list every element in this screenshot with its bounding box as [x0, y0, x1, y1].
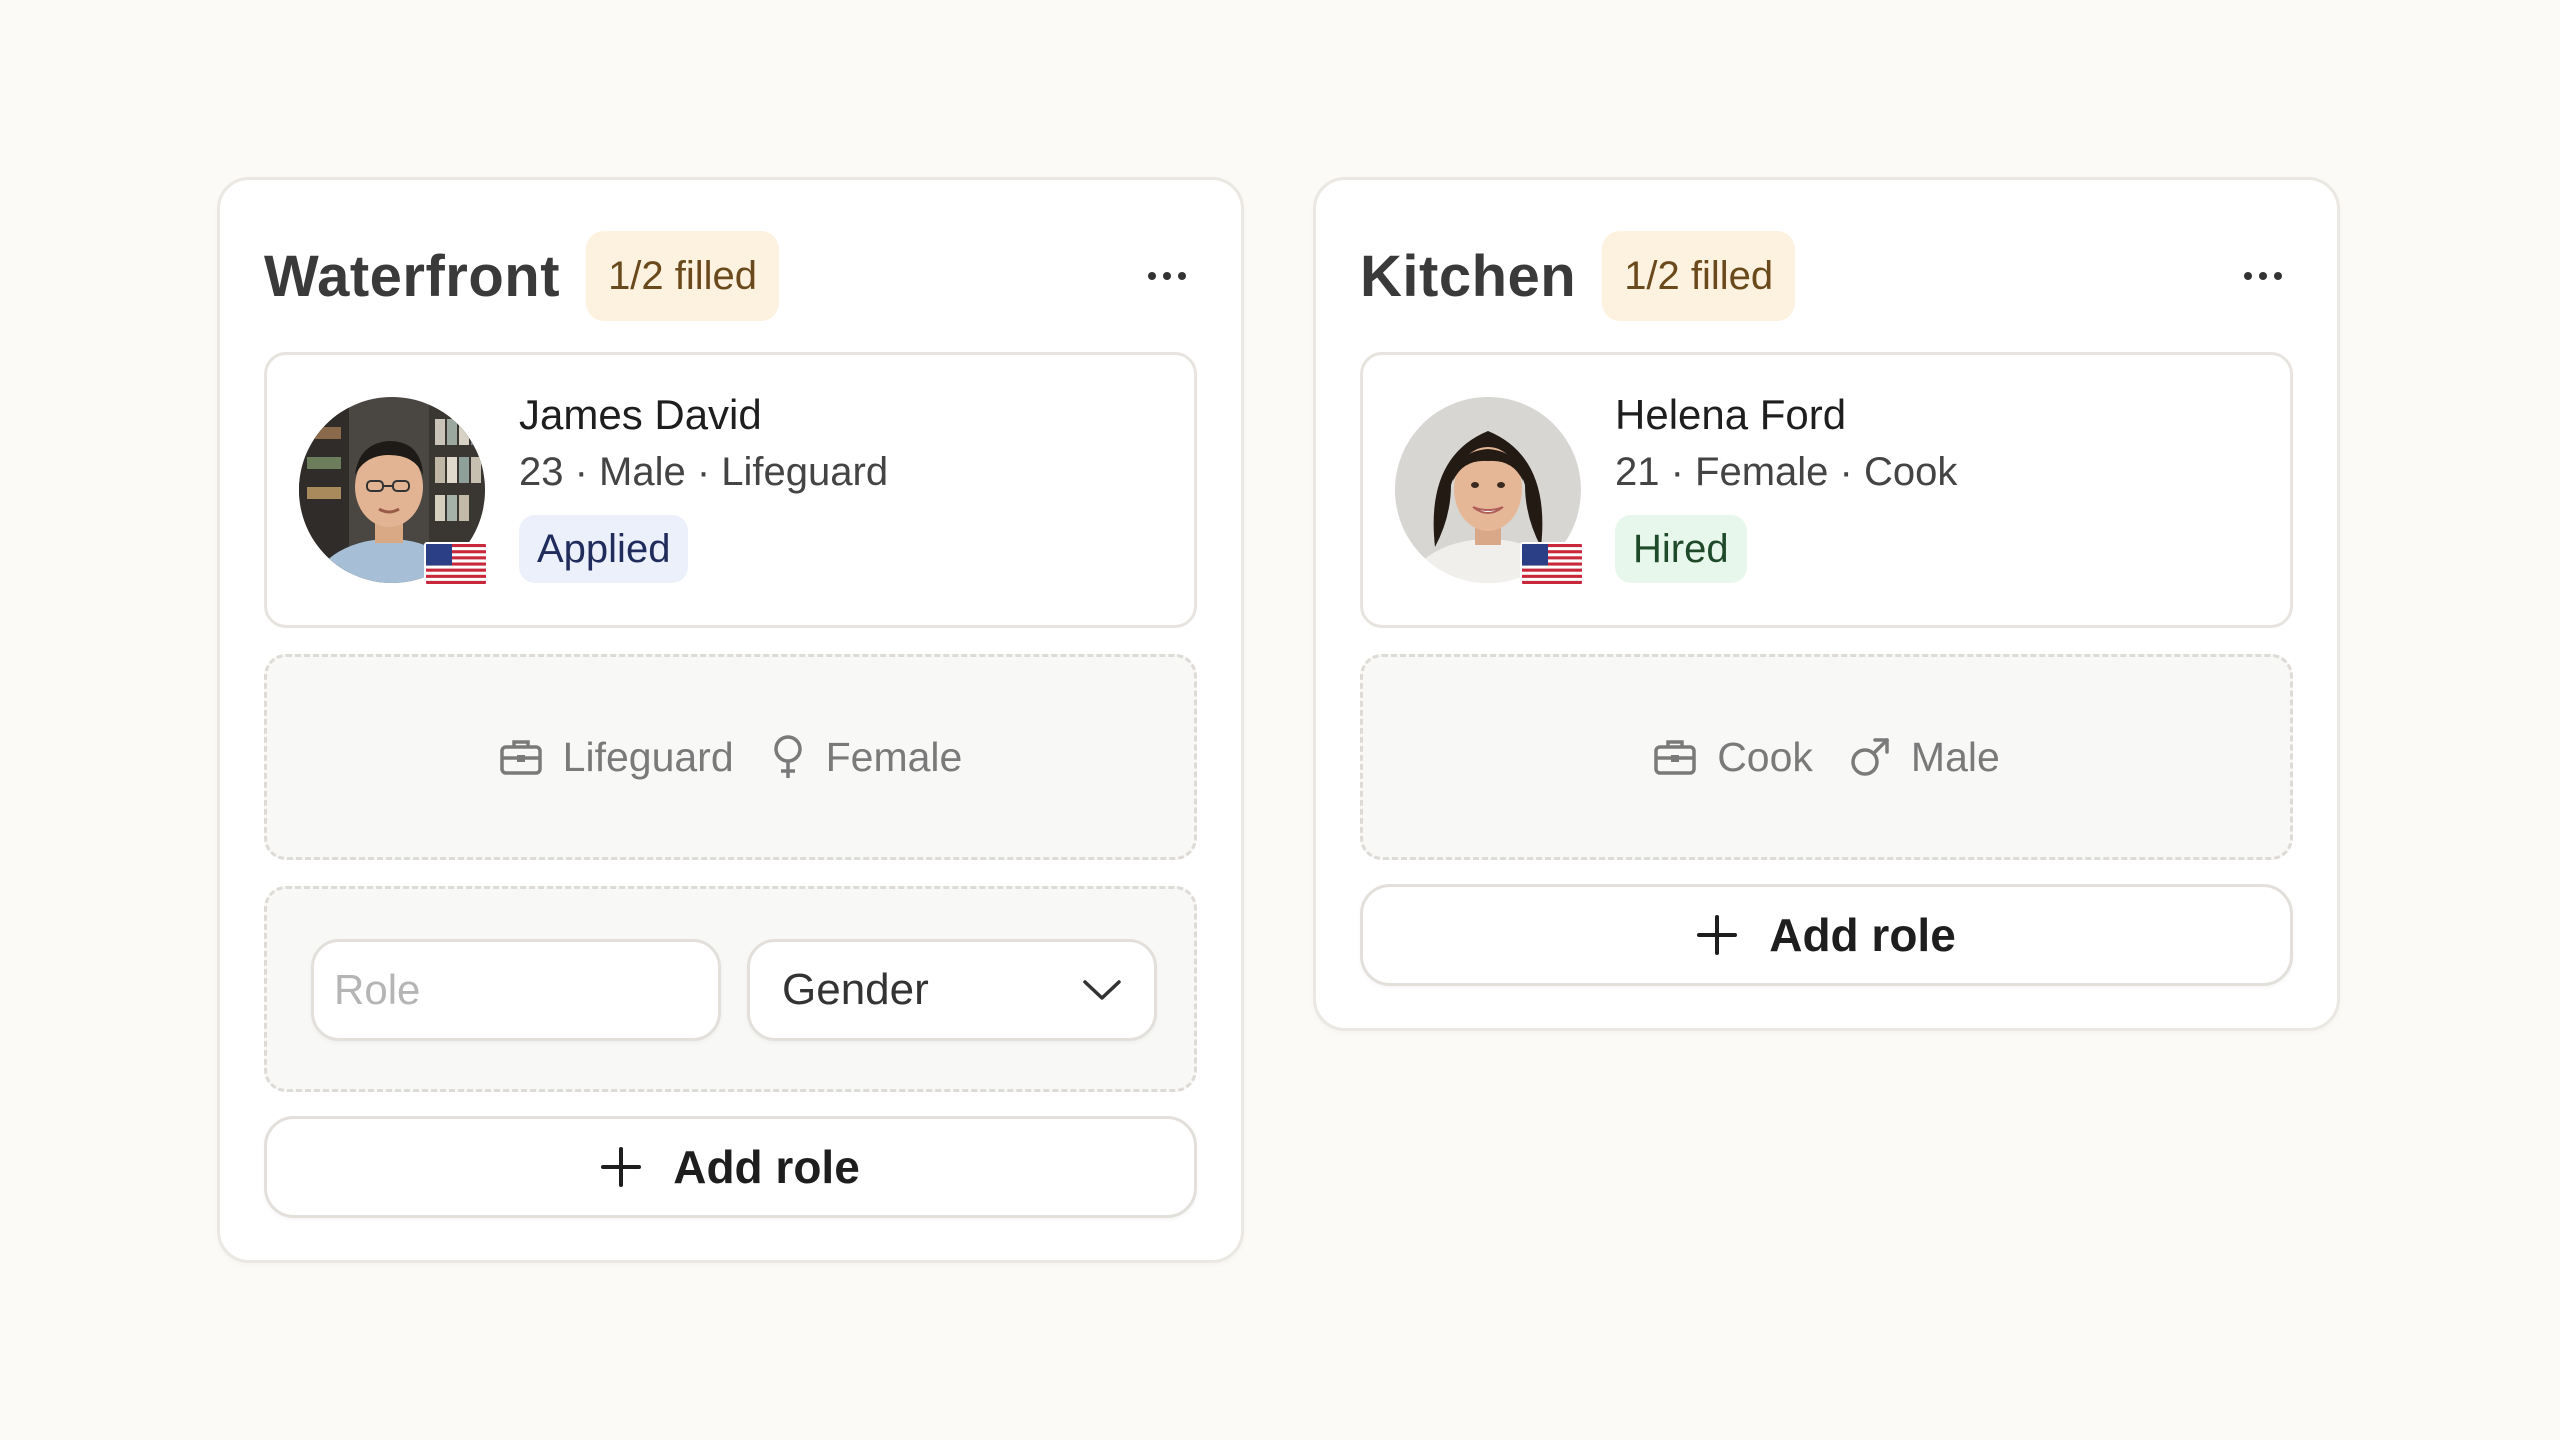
male-symbol-icon — [1851, 738, 1889, 776]
slot-role: Cook — [1653, 734, 1813, 781]
plus-icon — [601, 1147, 642, 1187]
filled-badge: 1/2 filled — [586, 231, 780, 321]
candidate-meta: 23 · Male · Lifeguard — [519, 450, 889, 494]
status-badge: Hired — [1615, 515, 1747, 583]
plus-icon — [1697, 915, 1738, 955]
add-role-button[interactable]: Add role — [264, 1116, 1197, 1218]
panel-kitchen: Kitchen 1/2 filled Helena Ford 21 · Fema… — [1313, 177, 2340, 1031]
panel-waterfront: Waterfront 1/2 filled James David 23 · M… — [217, 177, 1244, 1263]
candidate-meta: 21 · Female · Cook — [1615, 450, 1958, 494]
panel-header: Waterfront 1/2 filled — [264, 230, 1197, 322]
us-flag-icon — [1520, 542, 1584, 586]
candidate-name: Helena Ford — [1615, 391, 1847, 438]
role-input[interactable] — [311, 939, 721, 1041]
new-role-slot: Gender — [264, 886, 1197, 1092]
female-symbol-icon — [773, 735, 802, 778]
add-role-button[interactable]: Add role — [1360, 884, 2293, 986]
filled-badge: 1/2 filled — [1602, 231, 1796, 321]
more-options-button[interactable] — [2233, 246, 2293, 306]
slot-gender-label: Female — [825, 733, 963, 780]
briefcase-icon — [1654, 740, 1696, 775]
briefcase-icon — [499, 740, 542, 775]
more-horizontal-icon — [1148, 272, 1156, 280]
slot-gender-label: Male — [1910, 733, 2000, 780]
gender-select[interactable]: Gender — [747, 939, 1157, 1041]
page: Waterfront 1/2 filled James David 23 · M… — [0, 0, 2560, 1440]
panel-title: Kitchen — [1360, 243, 1577, 309]
more-horizontal-icon — [2244, 272, 2252, 280]
slot-role: Lifeguard — [499, 734, 734, 781]
open-role-slot[interactable]: Lifeguard Female — [264, 654, 1197, 860]
candidate-card[interactable]: Helena Ford 21 · Female · Cook Hired — [1360, 352, 2293, 628]
slot-role-label: Cook — [1717, 733, 1813, 780]
chevron-down-icon — [1083, 980, 1121, 1000]
more-options-button[interactable] — [1137, 246, 1197, 306]
candidate-card[interactable]: James David 23 · Male · Lifeguard Applie… — [264, 352, 1197, 628]
candidate-name: James David — [519, 391, 762, 438]
open-role-slot[interactable]: Cook Male — [1360, 654, 2293, 860]
panel-title: Waterfront — [264, 243, 561, 309]
add-role-label: Add role — [673, 1141, 860, 1193]
slot-gender: Female — [770, 733, 963, 781]
status-badge: Applied — [519, 515, 689, 583]
slot-role-label: Lifeguard — [562, 733, 734, 780]
slot-gender: Male — [1849, 734, 2000, 781]
us-flag-icon — [424, 542, 488, 586]
add-role-label: Add role — [1769, 909, 1956, 961]
panel-header: Kitchen 1/2 filled — [1360, 230, 2293, 322]
gender-select-value: Gender — [782, 965, 929, 1014]
